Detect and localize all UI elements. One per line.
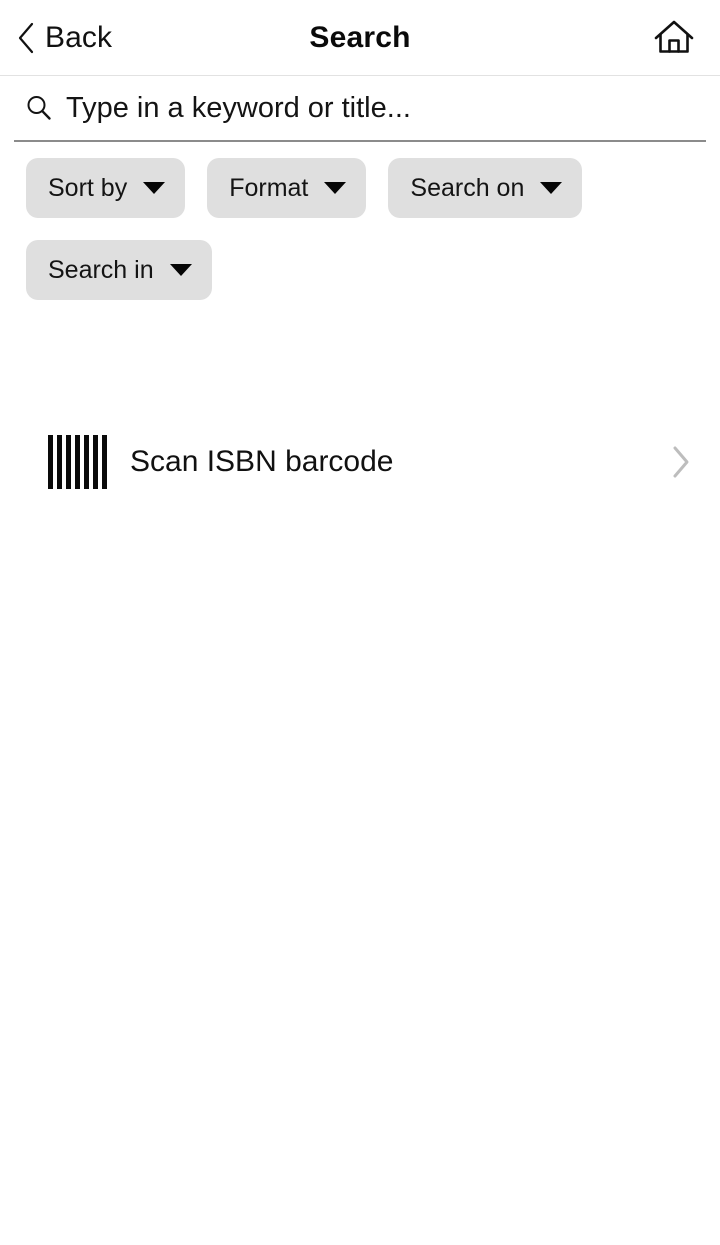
filter-chip-label: Format bbox=[229, 173, 309, 202]
scan-isbn-barcode-label: Scan ISBN barcode bbox=[130, 445, 394, 478]
search-input[interactable] bbox=[66, 87, 706, 129]
search-field[interactable] bbox=[14, 76, 706, 142]
chevron-right-icon bbox=[673, 446, 689, 478]
scan-isbn-barcode-row[interactable]: Scan ISBN barcode bbox=[0, 422, 720, 502]
filter-chip-sort-by[interactable]: Sort by bbox=[26, 158, 186, 218]
app-header: Back Search bbox=[0, 0, 720, 76]
back-button-label: Back bbox=[45, 20, 113, 54]
chevron-down-icon bbox=[324, 182, 347, 194]
filter-chip-format[interactable]: Format bbox=[207, 158, 367, 218]
home-icon bbox=[654, 20, 694, 53]
home-button[interactable] bbox=[644, 0, 704, 75]
filter-chip-label: Sort by bbox=[48, 173, 128, 202]
chevron-down-icon bbox=[540, 182, 563, 194]
filter-chip-bar: Sort by Format Search on Search in bbox=[0, 142, 694, 300]
filter-chip-search-on[interactable]: Search on bbox=[388, 158, 583, 218]
back-button[interactable]: Back bbox=[10, 0, 118, 75]
filter-chip-label: Search in bbox=[48, 255, 154, 284]
search-icon bbox=[27, 96, 51, 120]
chevron-left-icon bbox=[18, 22, 34, 53]
filter-chip-label: Search on bbox=[410, 173, 525, 202]
filter-chip-search-in[interactable]: Search in bbox=[26, 240, 212, 300]
chevron-down-icon bbox=[169, 264, 192, 276]
chevron-down-icon bbox=[143, 182, 166, 194]
barcode-icon bbox=[48, 435, 107, 489]
